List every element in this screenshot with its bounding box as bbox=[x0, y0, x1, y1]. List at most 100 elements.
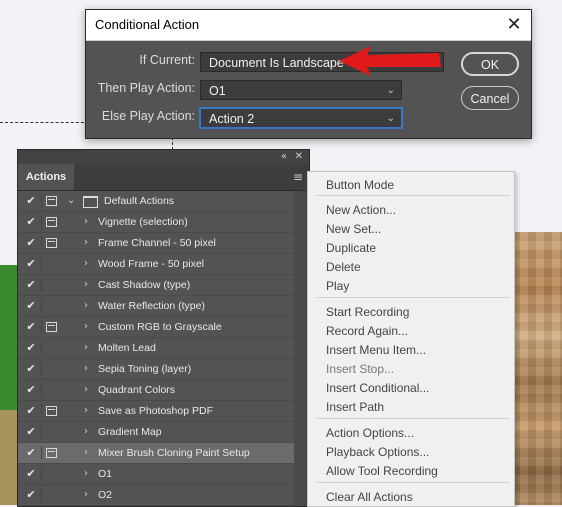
chevron-right-icon[interactable]: › bbox=[84, 359, 88, 379]
close-icon[interactable]: ✕ bbox=[295, 150, 303, 164]
chevron-right-icon[interactable]: › bbox=[84, 212, 88, 232]
chevron-right-icon[interactable]: › bbox=[84, 401, 88, 421]
menu-item-play[interactable]: Play bbox=[326, 279, 349, 293]
menu-item-start-recording[interactable]: Start Recording bbox=[326, 305, 409, 319]
chevron-right-icon[interactable]: › bbox=[84, 338, 88, 358]
action-row[interactable]: ✔ › O1 bbox=[18, 464, 309, 485]
dialog-toggle[interactable] bbox=[41, 194, 58, 208]
dialog-toggle[interactable] bbox=[41, 257, 58, 271]
action-label: O1 bbox=[98, 468, 113, 480]
panel-menu-icon[interactable]: ≡ bbox=[293, 170, 303, 184]
dialog-toggle[interactable] bbox=[41, 425, 58, 439]
menu-item-insert-menu-item[interactable]: Insert Menu Item... bbox=[326, 343, 426, 357]
dialog-toggle[interactable] bbox=[41, 320, 58, 334]
toggle-checkmark-icon[interactable]: ✔ bbox=[24, 296, 38, 316]
dialog-toggle[interactable] bbox=[41, 404, 58, 418]
menu-item-button-mode[interactable]: Button Mode bbox=[326, 178, 394, 192]
else-play-action-select[interactable]: Action 2 ⌄ bbox=[200, 108, 402, 128]
menu-item-clear-all-actions[interactable]: Clear All Actions bbox=[326, 490, 413, 504]
chevron-down-icon[interactable]: ⌄ bbox=[67, 191, 75, 211]
menu-item-new-set[interactable]: New Set... bbox=[326, 222, 381, 236]
action-row[interactable]: ✔ › Gradient Map bbox=[18, 422, 309, 443]
toggle-checkmark-icon[interactable]: ✔ bbox=[24, 485, 38, 505]
toggle-checkmark-icon[interactable]: ✔ bbox=[24, 380, 38, 400]
action-row[interactable]: ✔ › Water Reflection (type) bbox=[18, 296, 309, 317]
action-label: Save as Photoshop PDF bbox=[98, 405, 213, 417]
dialog-icon bbox=[46, 322, 57, 332]
action-label: Wood Frame - 50 pixel bbox=[98, 258, 205, 270]
close-icon[interactable]: ✕ bbox=[503, 14, 525, 36]
toggle-checkmark-icon[interactable]: ✔ bbox=[24, 338, 38, 358]
toggle-checkmark-icon[interactable]: ✔ bbox=[24, 443, 38, 463]
action-row[interactable]: ✔ › Molten Lead bbox=[18, 338, 309, 359]
toggle-checkmark-icon[interactable]: ✔ bbox=[24, 359, 38, 379]
toggle-checkmark-icon[interactable]: ✔ bbox=[24, 275, 38, 295]
toggle-checkmark-icon[interactable]: ✔ bbox=[24, 422, 38, 442]
menu-item-playback-options[interactable]: Playback Options... bbox=[326, 445, 429, 459]
chevron-right-icon[interactable]: › bbox=[84, 422, 88, 442]
dialog-toggle[interactable] bbox=[41, 362, 58, 376]
action-label: Vignette (selection) bbox=[98, 216, 188, 228]
dialog-toggle[interactable] bbox=[41, 488, 58, 502]
chevron-right-icon[interactable]: › bbox=[84, 380, 88, 400]
action-row[interactable]: ✔ › Frame Channel - 50 pixel bbox=[18, 233, 309, 254]
then-play-action-value: O1 bbox=[209, 84, 226, 98]
toggle-checkmark-icon[interactable]: ✔ bbox=[24, 464, 38, 484]
toggle-checkmark-icon[interactable]: ✔ bbox=[24, 233, 38, 253]
then-play-action-label: Then Play Action: bbox=[97, 81, 195, 95]
chevron-right-icon[interactable]: › bbox=[84, 464, 88, 484]
dialog-icon bbox=[46, 217, 57, 227]
chevron-right-icon[interactable]: › bbox=[84, 485, 88, 505]
dialog-toggle[interactable] bbox=[41, 467, 58, 481]
chevron-right-icon[interactable]: › bbox=[84, 233, 88, 253]
action-row[interactable]: ✔ › Quadrant Colors bbox=[18, 380, 309, 401]
toggle-checkmark-icon[interactable]: ✔ bbox=[24, 254, 38, 274]
cancel-button[interactable]: Cancel bbox=[461, 86, 519, 110]
image-fragment-pixelated bbox=[512, 232, 562, 505]
ok-button[interactable]: OK bbox=[461, 52, 519, 76]
toggle-checkmark-icon[interactable]: ✔ bbox=[24, 317, 38, 337]
else-play-action-value: Action 2 bbox=[209, 112, 255, 126]
action-row[interactable]: ✔ › Vignette (selection) bbox=[18, 212, 309, 233]
chevron-right-icon[interactable]: › bbox=[84, 317, 88, 337]
menu-item-insert-path[interactable]: Insert Path bbox=[326, 400, 384, 414]
menu-item-record-again[interactable]: Record Again... bbox=[326, 324, 408, 338]
action-row[interactable]: ✔ › Mixer Brush Cloning Paint Setup bbox=[18, 443, 309, 464]
dialog-toggle[interactable] bbox=[41, 383, 58, 397]
tab-actions[interactable]: Actions bbox=[18, 164, 74, 190]
dialog-title: Conditional Action bbox=[95, 17, 200, 32]
menu-item-duplicate[interactable]: Duplicate bbox=[326, 241, 376, 255]
action-row[interactable]: ✔ › Sepia Toning (layer) bbox=[18, 359, 309, 380]
chevron-right-icon[interactable]: › bbox=[84, 275, 88, 295]
action-row[interactable]: ✔ › Cast Shadow (type) bbox=[18, 275, 309, 296]
menu-item-insert-conditional[interactable]: Insert Conditional... bbox=[326, 381, 429, 395]
toggle-checkmark-icon[interactable]: ✔ bbox=[24, 191, 38, 211]
chevron-right-icon[interactable]: › bbox=[84, 443, 88, 463]
menu-item-action-options[interactable]: Action Options... bbox=[326, 426, 414, 440]
dialog-toggle[interactable] bbox=[41, 236, 58, 250]
menu-item-new-action[interactable]: New Action... bbox=[326, 203, 396, 217]
dialog-toggle[interactable] bbox=[41, 278, 58, 292]
action-row[interactable]: ✔ › O2 bbox=[18, 485, 309, 506]
menu-item-delete[interactable]: Delete bbox=[326, 260, 361, 274]
conditional-action-dialog: Conditional Action ✕ If Current: Documen… bbox=[85, 9, 532, 139]
menu-item-allow-tool-recording[interactable]: Allow Tool Recording bbox=[326, 464, 438, 478]
action-row[interactable]: ✔ › Wood Frame - 50 pixel bbox=[18, 254, 309, 275]
action-row[interactable]: ✔ › Save as Photoshop PDF bbox=[18, 401, 309, 422]
dialog-icon bbox=[46, 238, 57, 248]
chevron-right-icon[interactable]: › bbox=[84, 296, 88, 316]
collapse-icon[interactable]: « bbox=[281, 150, 287, 164]
toggle-checkmark-icon[interactable]: ✔ bbox=[24, 401, 38, 421]
dialog-toggle[interactable] bbox=[41, 446, 58, 460]
dialog-icon bbox=[46, 196, 57, 206]
then-play-action-select[interactable]: O1 ⌄ bbox=[200, 80, 402, 100]
action-set-row[interactable]: ✔ ⌄ Default Actions bbox=[18, 191, 309, 212]
dialog-toggle[interactable] bbox=[41, 215, 58, 229]
chevron-right-icon[interactable]: › bbox=[84, 254, 88, 274]
action-row[interactable]: ✔ › Custom RGB to Grayscale bbox=[18, 317, 309, 338]
toggle-checkmark-icon[interactable]: ✔ bbox=[24, 212, 38, 232]
arrow-shape bbox=[339, 46, 441, 76]
dialog-toggle[interactable] bbox=[41, 341, 58, 355]
dialog-toggle[interactable] bbox=[41, 299, 58, 313]
menu-item-insert-stop[interactable]: Insert Stop... bbox=[326, 362, 394, 376]
